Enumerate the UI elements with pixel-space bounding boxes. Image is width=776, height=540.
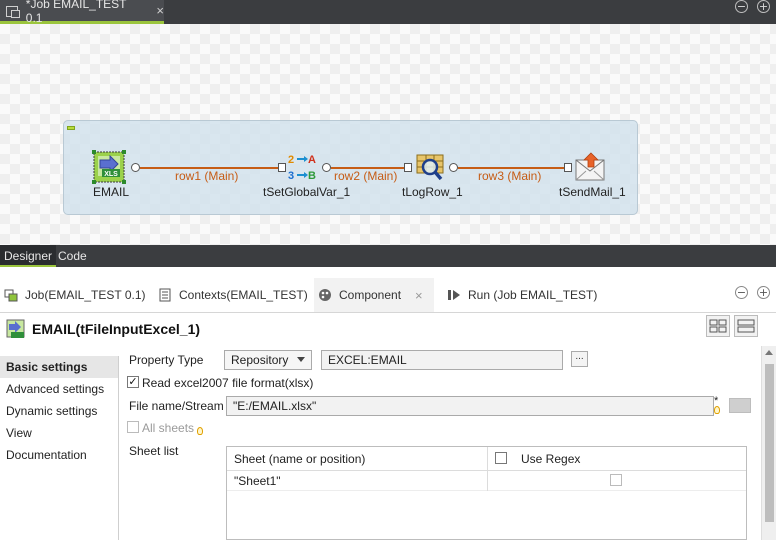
tab-job-label: Job(EMAIL_TEST 0.1) — [25, 288, 146, 302]
tab-run[interactable]: Run (Job EMAIL_TEST) — [447, 278, 597, 312]
table-row[interactable]: "Sheet1" — [227, 471, 746, 491]
table-header: Sheet (name or position) Use Regex — [227, 447, 746, 471]
nav-documentation[interactable]: Documentation — [0, 444, 118, 466]
input-port[interactable] — [564, 163, 572, 172]
output-port[interactable] — [449, 163, 458, 172]
all-sheets-label: All sheets — [142, 421, 195, 435]
tab-designer[interactable]: Designer — [0, 245, 57, 267]
layout-grid-button[interactable] — [706, 315, 730, 337]
use-regex-checkbox[interactable] — [495, 452, 507, 464]
subjob-collapse-handle[interactable] — [67, 126, 75, 130]
sheet-column-header: Sheet (name or position) — [234, 452, 366, 466]
nav-advanced-settings[interactable]: Advanced settings — [0, 378, 118, 400]
use-regex-label: Use Regex — [521, 452, 581, 466]
send-mail-icon — [575, 152, 605, 181]
input-port[interactable] — [404, 163, 412, 172]
property-type-label: Property Type — [129, 353, 204, 367]
close-tab-icon[interactable]: × — [156, 3, 164, 18]
vertical-scrollbar[interactable] — [761, 346, 776, 540]
job-tab-title: *Job EMAIL_TEST 0.1 — [25, 0, 127, 25]
contexts-icon — [158, 288, 172, 302]
set-global-var-icon: 2 A 3 B — [288, 154, 316, 182]
tab-component-label: Component — [339, 288, 402, 302]
sheet-list-label: Sheet list — [129, 444, 179, 458]
scrollbar-thumb[interactable] — [765, 364, 774, 522]
sheet-list-table[interactable]: Sheet (name or position) Use Regex "Shee… — [226, 446, 747, 540]
excel-input-icon — [6, 319, 26, 342]
job-icon — [4, 288, 18, 302]
maximize-icon[interactable]: + — [757, 0, 770, 13]
basic-settings-form: Property Type Repository EXCEL:EMAIL ...… — [120, 346, 760, 540]
link-label-row3: row3 (Main) — [478, 169, 542, 183]
component-title-row: EMAIL(tFileInputExcel_1) — [0, 312, 776, 346]
input-port[interactable] — [278, 163, 286, 172]
filename-input[interactable]: "E:/EMAIL.xlsx" — [226, 396, 714, 416]
node-label-tlogrow: tLogRow_1 — [402, 185, 463, 199]
nav-view[interactable]: View — [0, 422, 118, 444]
node-label-tsetglobalvar: tSetGlobalVar_1 — [263, 185, 351, 199]
component-title: EMAIL(tFileInputExcel_1) — [32, 321, 201, 337]
number-two-glyph: 2 — [288, 154, 294, 166]
link-label-row2: row2 (Main) — [334, 169, 398, 183]
row-regex-checkbox[interactable] — [610, 474, 622, 486]
job-editor-tab[interactable]: *Job EMAIL_TEST 0.1 × — [0, 0, 164, 25]
hint-bulb-icon — [197, 427, 203, 435]
scroll-up-icon[interactable] — [765, 350, 773, 355]
node-email[interactable]: XLS — [92, 150, 130, 184]
node-tsendmail[interactable] — [574, 152, 608, 184]
layout-rows-button[interactable] — [734, 315, 758, 337]
tab-component[interactable]: Component × — [314, 278, 434, 312]
read-excel2007-checkbox[interactable]: ✓ — [127, 376, 139, 388]
filename-label: File name/Stream — [129, 399, 224, 413]
job-icon — [6, 5, 20, 18]
column-divider — [487, 471, 488, 491]
property-type-value: Repository — [231, 353, 289, 367]
settings-nav: Basic settings Advanced settings Dynamic… — [0, 356, 119, 540]
read-excel2007-label: Read excel2007 file format(xlsx) — [142, 376, 314, 390]
view-tab-bar: Designer Code — [0, 245, 776, 267]
panel-tab-bar: Job(EMAIL_TEST 0.1) Contexts(EMAIL_TEST)… — [0, 278, 776, 312]
node-tlogrow[interactable] — [414, 152, 448, 184]
node-label-email: EMAIL — [93, 185, 130, 199]
node-label-tsendmail: tSendMail_1 — [559, 185, 626, 199]
tab-contexts[interactable]: Contexts(EMAIL_TEST) — [158, 278, 308, 312]
tab-run-label: Run (Job EMAIL_TEST) — [468, 288, 598, 302]
minimize-icon[interactable]: − — [735, 286, 748, 299]
filename-extra-button[interactable] — [729, 398, 751, 413]
designer-canvas[interactable]: XLS EMAIL row1 (Main) 2 A 3 B tSetGlobal… — [0, 24, 776, 245]
nav-dynamic-settings[interactable]: Dynamic settings — [0, 400, 118, 422]
tab-job[interactable]: Job(EMAIL_TEST 0.1) — [4, 278, 146, 312]
sheet-name-cell: "Sheet1" — [234, 474, 281, 488]
log-row-icon — [416, 154, 444, 181]
run-icon — [447, 288, 461, 302]
repository-field[interactable]: EXCEL:EMAIL — [321, 350, 563, 370]
chevron-down-icon — [297, 357, 305, 362]
column-divider — [487, 447, 488, 471]
letter-a-glyph: A — [308, 154, 316, 166]
maximize-icon[interactable]: + — [757, 286, 770, 299]
browse-repository-button[interactable]: ... — [571, 351, 588, 367]
repository-value: EXCEL:EMAIL — [328, 353, 407, 367]
close-tab-icon[interactable]: × — [415, 288, 423, 303]
nav-basic-settings[interactable]: Basic settings — [0, 356, 118, 378]
property-type-select[interactable]: Repository — [224, 350, 312, 370]
hint-bulb-icon — [714, 406, 720, 414]
output-port[interactable] — [322, 163, 331, 172]
number-three-glyph: 3 — [288, 170, 294, 182]
tab-code[interactable]: Code — [54, 245, 91, 267]
output-port[interactable] — [131, 163, 140, 172]
tab-contexts-label: Contexts(EMAIL_TEST) — [179, 288, 308, 302]
node-tsetglobalvar[interactable]: 2 A 3 B — [287, 152, 321, 184]
letter-b-glyph: B — [308, 170, 316, 182]
filename-value: "E:/EMAIL.xlsx" — [233, 399, 317, 413]
xls-badge: XLS — [104, 171, 118, 178]
link-label-row1: row1 (Main) — [175, 169, 239, 183]
editor-tab-bar: *Job EMAIL_TEST 0.1 × − + — [0, 0, 776, 25]
palette-icon — [318, 288, 332, 302]
all-sheets-checkbox[interactable] — [127, 421, 139, 433]
minimize-icon[interactable]: − — [735, 0, 748, 13]
excel-input-icon: XLS — [92, 150, 126, 184]
